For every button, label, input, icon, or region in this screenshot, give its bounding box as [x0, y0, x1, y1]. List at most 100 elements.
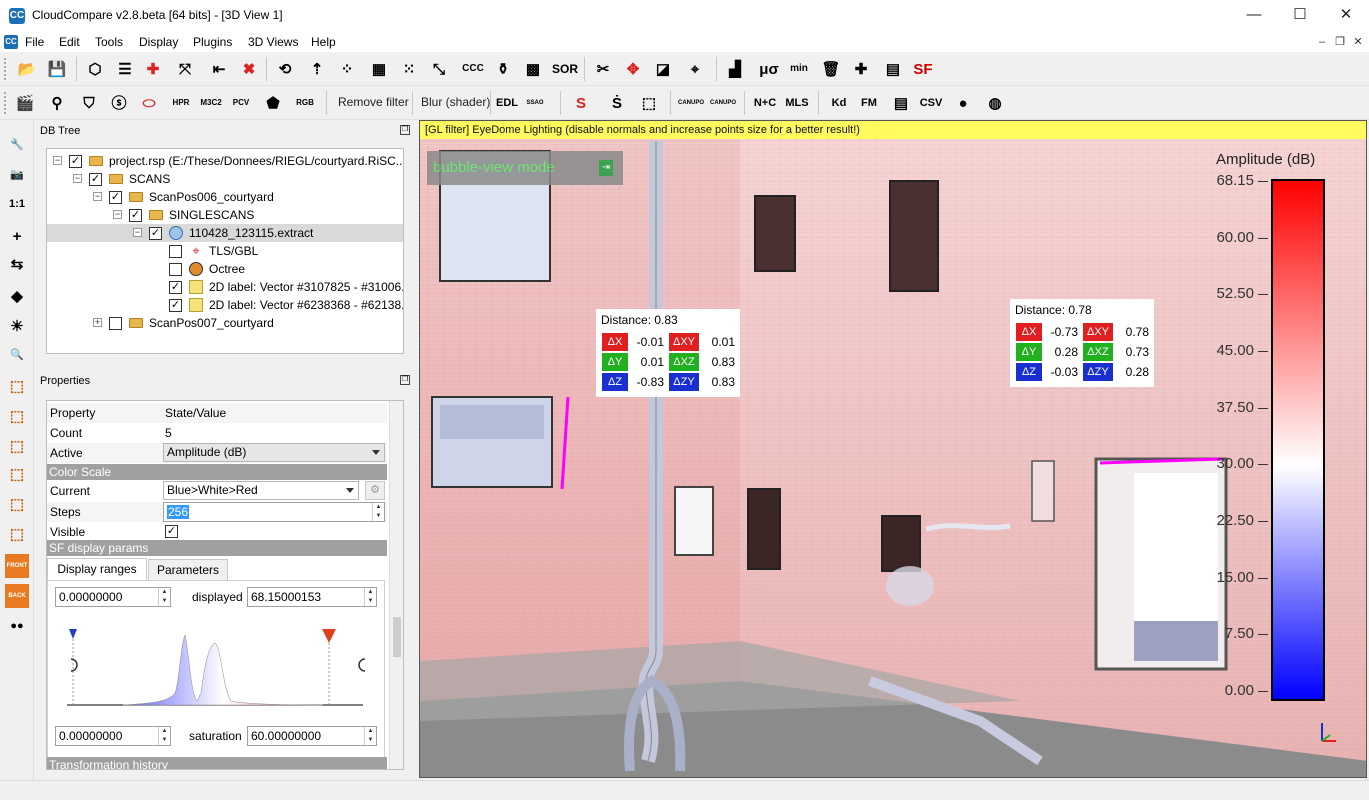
add-sf-icon[interactable]: ✚	[848, 56, 874, 82]
collapse-icon[interactable]: −	[133, 228, 142, 237]
properties-list-icon[interactable]: ☰	[112, 56, 138, 82]
active-sf-select[interactable]: Amplitude (dB)	[163, 443, 385, 462]
view-front-icon[interactable]: ⬚	[5, 462, 29, 486]
tree-checkbox[interactable]	[169, 263, 182, 276]
convert-icon[interactable]: ⟲	[272, 56, 298, 82]
spin-arrows-icon[interactable]: ▲ ▼	[364, 588, 376, 606]
range-min-spinbox[interactable]: 0.00000000 ▲ ▼	[55, 587, 171, 607]
ellipse-icon[interactable]: ⬭	[136, 90, 162, 116]
tab-parameters[interactable]: Parameters	[148, 559, 228, 581]
blur-shader-button[interactable]: Blur (shader)	[421, 95, 490, 109]
shield-icon[interactable]: ⛉	[76, 90, 102, 116]
view-top-icon[interactable]: ⬚	[5, 404, 29, 428]
clapper-icon[interactable]: 🎬	[12, 90, 38, 116]
tree-checkbox[interactable]: ✓	[169, 281, 182, 294]
expand-icon[interactable]: +	[93, 318, 102, 327]
view-left-icon[interactable]: ⬚	[5, 492, 29, 516]
camera-icon[interactable]: 📷	[5, 162, 29, 186]
tree-row[interactable]: ✓ 2D label: Vector #6238368 - #62138...	[47, 296, 403, 314]
merge-icon[interactable]: ✚	[140, 56, 166, 82]
save-icon[interactable]: 💾	[44, 56, 70, 82]
tree-row[interactable]: − ✓ project.rsp (E:/These/Donnees/RIEGL/co…	[47, 152, 403, 170]
scrollbar-thumb[interactable]	[393, 617, 401, 657]
open-icon[interactable]: 📂	[14, 56, 40, 82]
menu-display[interactable]: Display	[139, 35, 178, 49]
tree-row[interactable]: Octree	[47, 260, 403, 278]
gaussian-fit-icon[interactable]: μσ	[756, 56, 782, 82]
pentagon-icon[interactable]: ⬟	[260, 90, 286, 116]
toolbar-grip[interactable]	[4, 58, 8, 80]
n-plus-c-icon[interactable]: N+C	[752, 90, 778, 116]
menu-help[interactable]: Help	[311, 35, 336, 49]
max-handle-icon[interactable]	[322, 629, 336, 643]
back-view-icon[interactable]: BACK	[5, 584, 29, 608]
menu-edit[interactable]: Edit	[59, 35, 80, 49]
fit-icon[interactable]: ⇡	[304, 56, 330, 82]
segment-icon[interactable]: ✂	[590, 56, 616, 82]
spin-arrows-icon[interactable]: ▲ ▼	[364, 727, 376, 745]
remove-filter-button[interactable]: Remove filter	[338, 95, 409, 109]
view-iso1-icon[interactable]: ⬚	[5, 374, 29, 398]
distance-label-2[interactable]: Distance: 0.78 ΔX -0.73 ΔY 0.28 ΔZ -0.03…	[1010, 299, 1154, 387]
rotate-icon[interactable]: ⇆	[5, 252, 29, 276]
lights-icon[interactable]: ☀	[5, 314, 29, 338]
kd-icon[interactable]: Kd	[826, 90, 852, 116]
minimize-button[interactable]: —	[1231, 0, 1277, 32]
menu-tools[interactable]: Tools	[95, 35, 123, 49]
tree-row[interactable]: ⌖ TLS/GBL	[47, 242, 403, 260]
close-button[interactable]: ✕	[1323, 0, 1369, 32]
collapse-icon[interactable]: −	[73, 174, 82, 183]
rgb-icon[interactable]: RGB	[292, 90, 318, 116]
view-right-icon[interactable]: ⬚	[5, 522, 29, 546]
min-max-icon[interactable]: min	[786, 56, 812, 82]
displayed-max-spinbox[interactable]: 68.15000153 ▲ ▼	[247, 587, 377, 607]
m3c2-icon[interactable]: M3C2	[198, 90, 224, 116]
spin-arrows-icon[interactable]: ▲ ▼	[372, 503, 384, 521]
float-panel-icon[interactable]: ❐	[400, 375, 410, 385]
canupo-classify-icon[interactable]: CANUPO	[710, 90, 736, 116]
s-alt-icon[interactable]: Ṡ	[604, 90, 630, 116]
crop-icon[interactable]: ⤡	[426, 56, 452, 82]
sf-icon[interactable]: SF	[910, 56, 936, 82]
tree-row[interactable]: − ✓ SCANS	[47, 170, 403, 188]
clone-icon[interactable]: ⬡	[82, 56, 108, 82]
tree-row[interactable]: − ✓ SINGLESCANS	[47, 206, 403, 224]
toolbar-grip[interactable]	[4, 92, 8, 114]
spin-arrows-icon[interactable]: ▲ ▼	[158, 727, 170, 745]
cross-section-icon[interactable]: ◪	[650, 56, 676, 82]
mdi-close-button[interactable]: ✕	[1350, 34, 1366, 50]
menu-file[interactable]: File	[25, 35, 44, 49]
sf-tool-icon[interactable]: ⚱	[490, 56, 516, 82]
min-handle-icon[interactable]	[69, 629, 77, 639]
trash-sf-icon[interactable]: 🗑	[818, 56, 844, 82]
checker-icon[interactable]: ▩	[520, 56, 546, 82]
distance-label-1[interactable]: Distance: 0.83 ΔX -0.01 ΔY 0.01 ΔZ -0.83…	[596, 309, 740, 397]
color-scale-select[interactable]: Blue>White>Red	[163, 481, 359, 500]
sample-points-icon[interactable]: ⁘	[334, 56, 360, 82]
saturation-max-handle-icon[interactable]	[358, 658, 366, 672]
view-bottom-icon[interactable]: ⬚	[5, 434, 29, 458]
sf-shader-icon[interactable]: ⓢ	[106, 90, 132, 116]
calculator-icon[interactable]: ▤	[880, 56, 906, 82]
collapse-icon[interactable]: −	[113, 210, 122, 219]
noise-icon[interactable]: ⁙	[396, 56, 422, 82]
sf-histogram[interactable]	[63, 623, 369, 723]
tree-checkbox[interactable]: ✓	[69, 155, 82, 168]
collapse-icon[interactable]: −	[93, 192, 102, 201]
zoom-icon[interactable]: 🔍	[5, 342, 29, 366]
tree-row[interactable]: − ✓ ScanPos006_courtyard	[47, 188, 403, 206]
brush-icon[interactable]: ⚲	[44, 90, 70, 116]
point-picking-icon[interactable]: ⌖	[682, 56, 708, 82]
spin-arrows-icon[interactable]: ▲ ▼	[158, 588, 170, 606]
translate-rotate-icon[interactable]: ✥	[620, 56, 646, 82]
fm-icon[interactable]: FM	[856, 90, 882, 116]
tree-checkbox[interactable]: ✓	[109, 191, 122, 204]
delete-icon[interactable]: ✖	[236, 56, 262, 82]
front-view-icon[interactable]: FRONT	[5, 554, 29, 578]
tree-checkbox[interactable]	[169, 245, 182, 258]
sphere-icon[interactable]: ●	[950, 90, 976, 116]
float-panel-icon[interactable]: ❐	[400, 125, 410, 135]
tree-row[interactable]: + ScanPos007_courtyard	[47, 314, 403, 332]
visible-checkbox[interactable]: ✓	[165, 525, 178, 538]
saturation-min-handle-icon[interactable]	[70, 658, 78, 672]
